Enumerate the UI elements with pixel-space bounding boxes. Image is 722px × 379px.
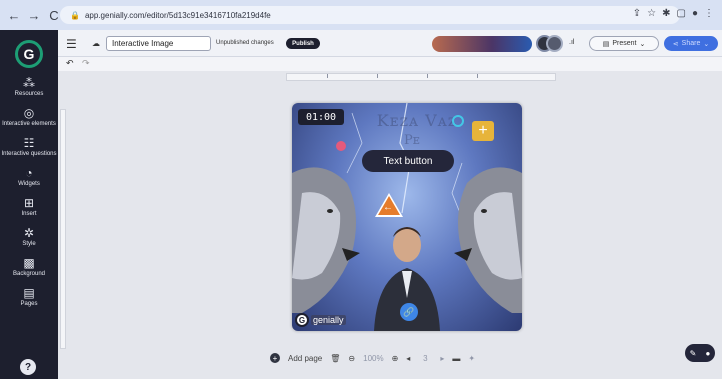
ruler-tick bbox=[427, 74, 428, 78]
timer-widget[interactable]: 01:00 bbox=[298, 109, 344, 125]
present-icon: ▤ bbox=[602, 40, 610, 48]
edit-toggle[interactable]: ✎ ● bbox=[685, 344, 715, 362]
pencil-icon: ✎ bbox=[689, 348, 697, 358]
slide-canvas[interactable]: Kᴇᴢᴀ Vᴀᴢ Pᴇ 01:00 + Text button ← 🔗 G ge… bbox=[292, 103, 522, 331]
pages-icon: ▤ bbox=[23, 286, 35, 300]
sidebar-item-widgets[interactable]: ◔ Widgets bbox=[0, 166, 58, 188]
ruler-tick bbox=[327, 74, 328, 78]
publish-button[interactable]: Publish bbox=[286, 38, 320, 49]
sidebar-item-label: Interactive questions bbox=[1, 151, 57, 157]
sidebar-item-label: Insert bbox=[21, 211, 37, 217]
genially-logo-icon: G bbox=[295, 313, 309, 327]
hamburger-menu-icon[interactable]: ☰ bbox=[66, 37, 77, 51]
slide-subtitle: Pᴇ bbox=[404, 133, 420, 148]
add-page-button[interactable]: Add page bbox=[288, 354, 322, 363]
plus-icon[interactable]: + bbox=[472, 121, 494, 141]
text-button[interactable]: Text button bbox=[362, 150, 454, 172]
left-ruler bbox=[60, 109, 66, 349]
trash-icon[interactable]: 🗑 bbox=[330, 354, 340, 363]
style-icon: ✲ bbox=[23, 226, 35, 240]
widgets-icon: ◔ bbox=[25, 166, 33, 180]
next-page-icon[interactable]: ▸ bbox=[440, 354, 444, 363]
chevron-down-icon: ⌄ bbox=[639, 40, 646, 48]
interactive-questions-icon: ☷ bbox=[23, 136, 35, 150]
address-bar[interactable]: 🔒 app.genially.com/editor/5d13c91e341671… bbox=[60, 6, 680, 24]
bookmark-star-icon[interactable]: ☆ bbox=[647, 8, 656, 19]
hotspot-ring[interactable] bbox=[452, 115, 464, 127]
canvas-area[interactable]: Kᴇᴢᴀ Vᴀᴢ Pᴇ 01:00 + Text button ← 🔗 G ge… bbox=[58, 71, 722, 379]
genially-badge-text: genially bbox=[311, 315, 346, 325]
undo-icon[interactable]: ↶ bbox=[66, 58, 74, 69]
browser-actions: ⇪ ☆ ✱ ▢ ● ⋮ bbox=[633, 8, 714, 19]
link-icon[interactable]: 🔗 bbox=[400, 303, 418, 321]
editor-toolbar: ☰ ☁ Interactive Image Unpublished change… bbox=[58, 30, 722, 57]
share-label: Share bbox=[681, 40, 701, 47]
cloud-icon: ☁ bbox=[92, 39, 100, 48]
help-button[interactable]: ? bbox=[20, 359, 36, 375]
top-ruler bbox=[286, 73, 556, 81]
extensions-icon[interactable]: ✱ bbox=[662, 8, 670, 19]
zoom-out-icon[interactable]: ⊖ bbox=[348, 354, 355, 363]
sidebar-item-pages[interactable]: ▤ Pages bbox=[0, 286, 58, 308]
more-menu-icon[interactable]: ⋮ bbox=[704, 8, 714, 19]
ruler-tick bbox=[377, 74, 378, 78]
sidebar-item-interactive-elements[interactable]: ◎ Interactive elements bbox=[0, 106, 58, 128]
bottom-toolbar: + Add page 🗑 ⊖ 100% ⊕ ◂ 3 ▸ ▬ ✦ bbox=[270, 349, 540, 367]
tab-icon[interactable]: ▢ bbox=[677, 8, 686, 19]
hotspot-dot[interactable] bbox=[336, 141, 346, 151]
sidebar-item-label: Interactive elements bbox=[2, 121, 56, 127]
url-text: app.genially.com/editor/5d13c91e3416710f… bbox=[84, 10, 271, 20]
sidebar-item-insert[interactable]: ⊞ Insert bbox=[0, 196, 58, 218]
genially-badge: G genially bbox=[295, 313, 346, 327]
resources-icon: ⁂ bbox=[23, 76, 35, 90]
history-row: ↶ ↷ bbox=[58, 57, 722, 71]
redo-icon[interactable]: ↷ bbox=[82, 58, 90, 69]
project-title-input[interactable]: Interactive Image bbox=[106, 36, 211, 51]
share-icon: ⋖ bbox=[672, 40, 679, 48]
sidebar-item-label: Background bbox=[12, 271, 46, 277]
share-page-icon[interactable]: ⇪ bbox=[633, 8, 641, 19]
sidebar-item-interactive-questions[interactable]: ☷ Interactive questions bbox=[0, 136, 58, 158]
lock-icon: 🔒 bbox=[70, 10, 80, 20]
left-sidebar: G ⁂ Resources ◎ Interactive elements ☷ I… bbox=[0, 30, 58, 379]
unpublished-status: Unpublished changes bbox=[216, 40, 274, 46]
signal-icon: .ıl bbox=[569, 39, 575, 46]
prev-page-icon[interactable]: ◂ bbox=[406, 354, 410, 363]
arrow-left-icon: ← bbox=[383, 202, 393, 213]
zoom-level: 100% bbox=[363, 353, 384, 363]
genially-logo[interactable]: G bbox=[15, 40, 43, 68]
collaborators-banner bbox=[432, 36, 532, 52]
add-page-icon[interactable]: + bbox=[270, 353, 280, 363]
sparkle-icon[interactable]: ✦ bbox=[468, 354, 475, 363]
sidebar-item-label: Pages bbox=[20, 301, 38, 307]
sidebar-item-label: Style bbox=[22, 241, 36, 247]
sidebar-item-style[interactable]: ✲ Style bbox=[0, 226, 58, 248]
back-icon[interactable]: ← bbox=[6, 7, 22, 23]
present-button[interactable]: ▤ Present ⌄ bbox=[589, 36, 659, 51]
share-button[interactable]: ⋖ Share ⌄ bbox=[664, 36, 718, 51]
sidebar-item-resources[interactable]: ⁂ Resources bbox=[0, 76, 58, 98]
sidebar-item-label: Resources bbox=[14, 91, 44, 97]
avatar[interactable] bbox=[546, 35, 563, 52]
zoom-in-icon[interactable]: ⊕ bbox=[392, 354, 399, 363]
comment-icon[interactable]: ▬ bbox=[452, 354, 460, 363]
present-label: Present bbox=[612, 40, 637, 47]
chevron-down-icon: ⌄ bbox=[703, 40, 710, 48]
page-number: 3 bbox=[423, 353, 428, 363]
background-icon: ▩ bbox=[23, 256, 35, 270]
forward-icon[interactable]: → bbox=[26, 7, 42, 23]
insert-icon: ⊞ bbox=[23, 196, 35, 210]
interactive-elements-icon: ◎ bbox=[23, 106, 35, 120]
toggle-dot-icon: ● bbox=[705, 348, 711, 358]
sidebar-item-label: Widgets bbox=[18, 181, 40, 187]
ruler-tick bbox=[477, 74, 478, 78]
sidebar-item-background[interactable]: ▩ Background bbox=[0, 256, 58, 278]
profile-avatar[interactable]: ● bbox=[692, 8, 698, 19]
